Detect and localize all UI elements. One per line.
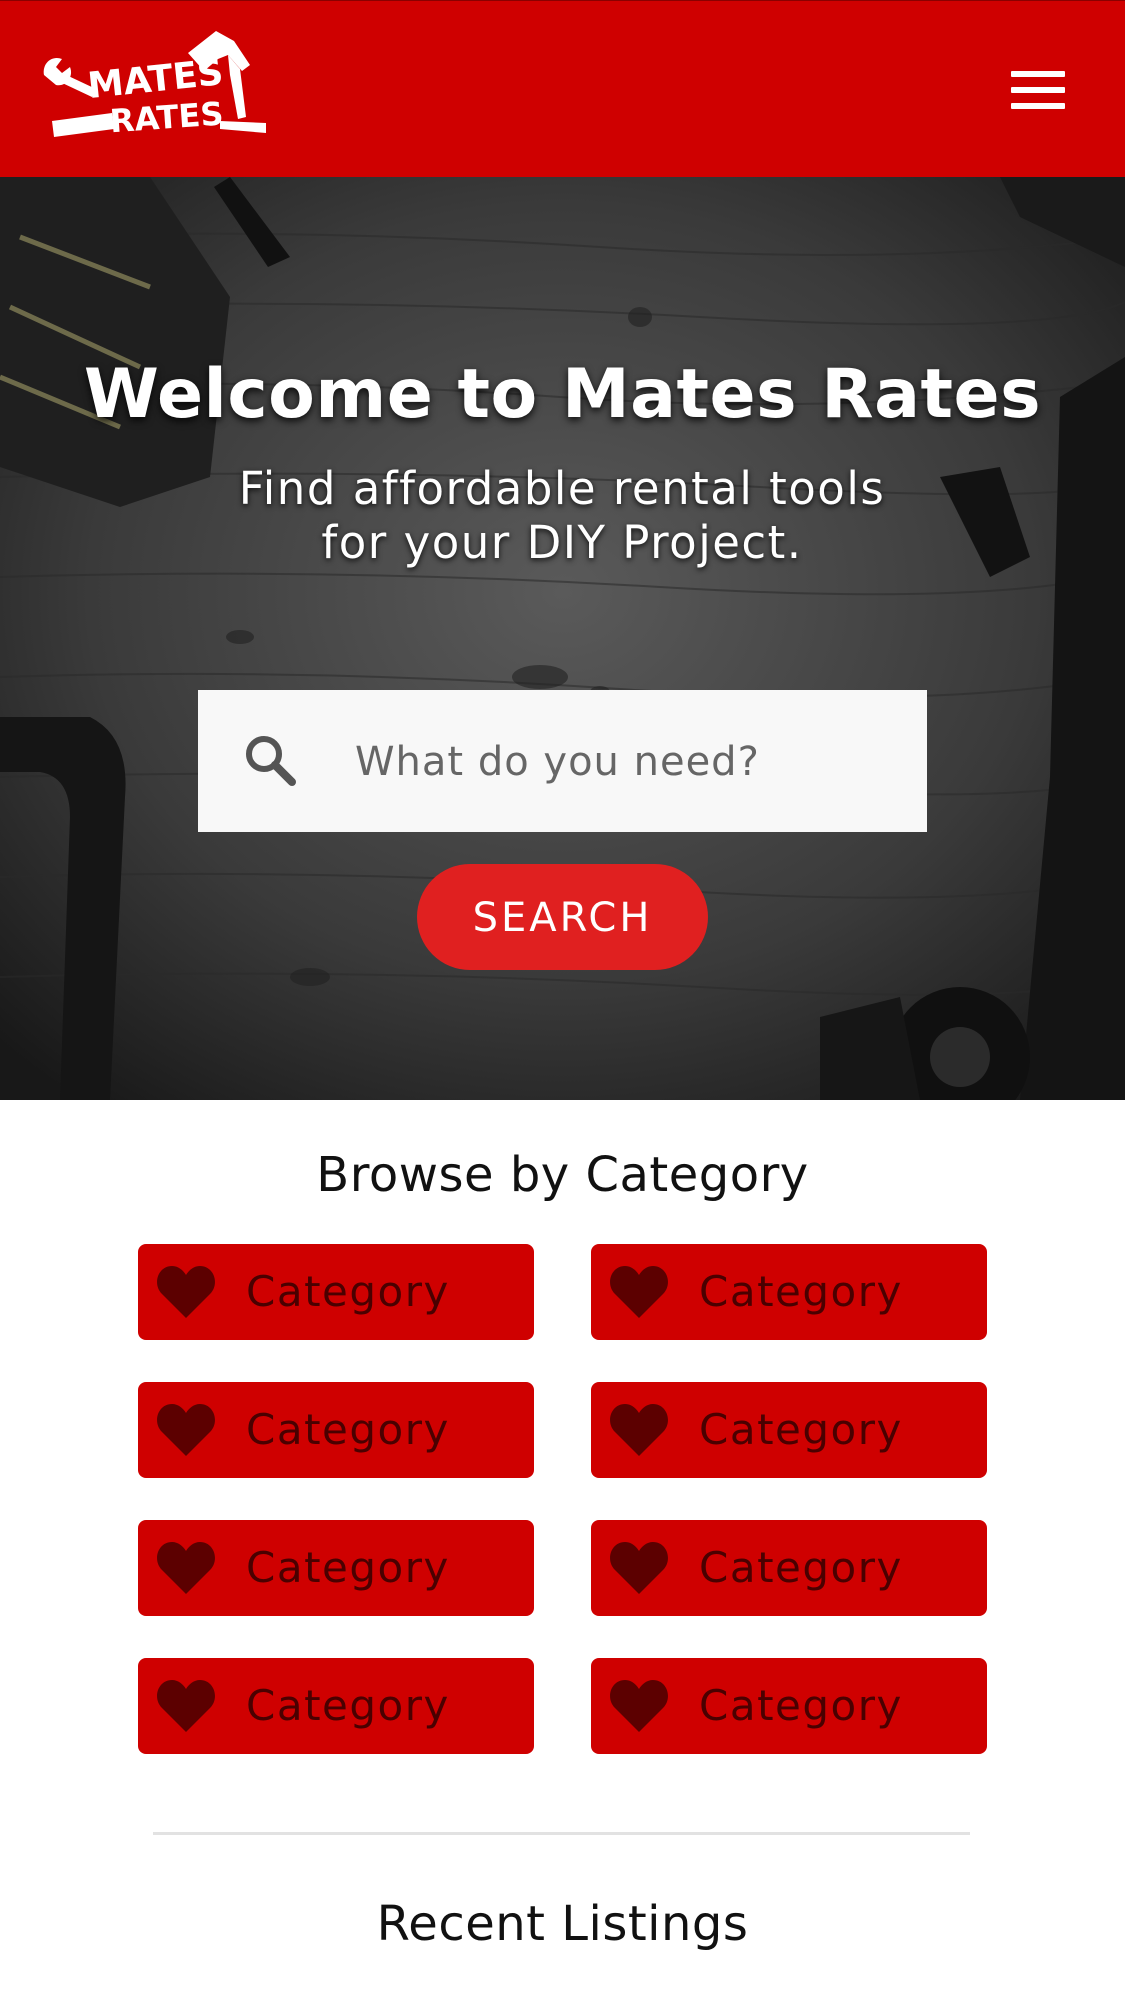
hero-subtitle: Find affordable rental tools for your DI… xyxy=(212,462,912,570)
category-label: Category xyxy=(246,1405,450,1454)
hero-subtitle-line: for your DIY Project. xyxy=(321,516,803,569)
category-button[interactable]: Category xyxy=(138,1244,534,1340)
category-button[interactable]: Category xyxy=(591,1382,987,1478)
category-button[interactable]: Category xyxy=(138,1520,534,1616)
category-button[interactable]: Category xyxy=(138,1658,534,1754)
category-button[interactable]: Category xyxy=(591,1520,987,1616)
category-label: Category xyxy=(246,1543,450,1592)
recent-listings-heading: Recent Listings xyxy=(376,1896,749,1952)
hero-subtitle-line: Find affordable rental tools xyxy=(238,462,886,515)
menu-bar xyxy=(1011,71,1065,77)
browse-by-category-heading: Browse by Category xyxy=(316,1147,809,1203)
menu-bar xyxy=(1011,87,1065,93)
heart-icon xyxy=(157,1404,215,1456)
mates-rates-logo[interactable]: MATES RATES xyxy=(38,25,278,147)
category-button[interactable]: Category xyxy=(591,1244,987,1340)
category-button[interactable]: Category xyxy=(591,1658,987,1754)
logo-text-rates: RATES xyxy=(109,94,225,140)
category-label: Category xyxy=(699,1405,903,1454)
hero-section: Welcome to Mates Rates Find affordable r… xyxy=(0,177,1125,1100)
heart-icon xyxy=(157,1680,215,1732)
category-label: Category xyxy=(699,1267,903,1316)
heart-icon xyxy=(610,1266,668,1318)
section-divider xyxy=(153,1832,970,1835)
category-label: Category xyxy=(246,1681,450,1730)
heart-icon xyxy=(610,1404,668,1456)
search-button[interactable]: SEARCH xyxy=(417,864,708,970)
app-header: MATES RATES xyxy=(0,0,1125,177)
search-icon xyxy=(246,736,296,786)
category-button[interactable]: Category xyxy=(138,1382,534,1478)
hero-title: Welcome to Mates Rates xyxy=(83,355,1042,434)
search-input[interactable] xyxy=(353,720,897,804)
search-box[interactable] xyxy=(198,690,927,832)
hamburger-menu-icon[interactable] xyxy=(1011,71,1069,113)
category-label: Category xyxy=(699,1543,903,1592)
heart-icon xyxy=(610,1680,668,1732)
category-label: Category xyxy=(246,1267,450,1316)
heart-icon xyxy=(157,1266,215,1318)
heart-icon xyxy=(157,1542,215,1594)
logo-graphic: MATES RATES xyxy=(43,31,266,140)
menu-bar xyxy=(1011,103,1065,109)
category-label: Category xyxy=(699,1681,903,1730)
heart-icon xyxy=(610,1542,668,1594)
